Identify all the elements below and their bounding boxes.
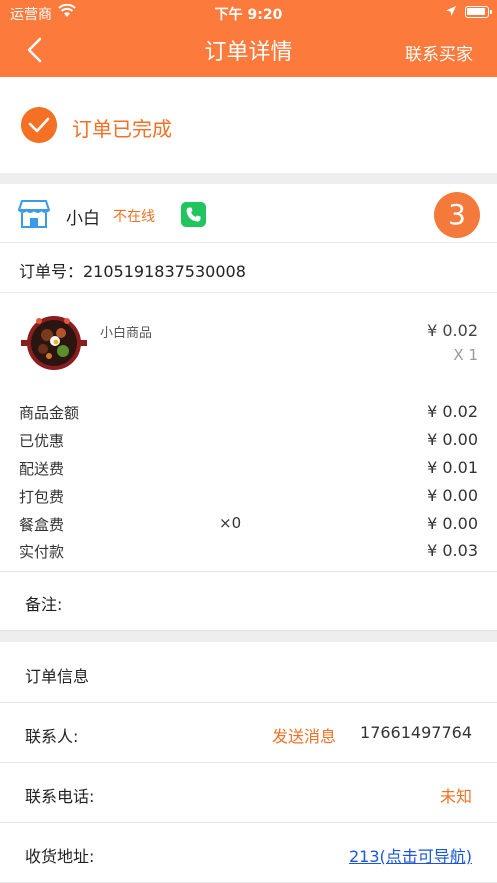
send-message-button[interactable]: 发送消息 xyxy=(272,723,336,747)
tel-value: 未知 xyxy=(439,787,472,806)
fee-row-packing: 打包费 ¥ 0.00 xyxy=(0,484,497,508)
fee-value: ¥ 0.00 xyxy=(427,430,478,449)
online-status: 不在线 xyxy=(113,209,155,225)
contact-label: 联系人: xyxy=(25,727,79,746)
nav-bar: 运营商 下午 9:20 订单详情 联系买家 xyxy=(0,0,497,77)
fee-value: ¥ 0.00 xyxy=(427,486,478,505)
fee-quantity: ×0 xyxy=(219,514,242,532)
fee-row-box: 餐盒费 ×0 ¥ 0.00 xyxy=(0,512,497,536)
order-status-text: 订单已完成 xyxy=(72,117,172,141)
fee-label: 打包费 xyxy=(19,488,65,506)
battery-icon xyxy=(465,6,492,18)
shop-name: 小白 xyxy=(66,209,100,229)
location-arrow-icon xyxy=(446,6,456,16)
fee-value: ¥ 0.02 xyxy=(427,402,478,421)
fee-label: 餐盒费 xyxy=(19,516,65,534)
fee-label: 已优惠 xyxy=(19,432,65,450)
order-number: 订单号：2105191837530008 xyxy=(19,262,246,281)
store-icon xyxy=(18,200,50,228)
address-row: 收货地址: 213(点击可导航) xyxy=(0,823,497,883)
fee-value: ¥ 0.01 xyxy=(427,458,478,477)
fee-row-delivery: 配送费 ¥ 0.01 xyxy=(0,456,497,480)
fee-row-discount: 已优惠 ¥ 0.00 xyxy=(0,428,497,452)
fee-value: ¥ 0.03 xyxy=(427,541,478,560)
goods-name: 小白商品 xyxy=(100,326,153,341)
goods-item[interactable]: 小白商品 ¥ 0.02 X 1 xyxy=(0,293,497,393)
section-title: 订单信息 xyxy=(25,667,90,686)
status-bar: 运营商 下午 9:20 xyxy=(0,0,497,24)
goods-price: ¥ 0.02 xyxy=(427,321,478,340)
contact-phone[interactable]: 17661497764 xyxy=(360,723,472,742)
contact-row: 联系人: 发送消息 17661497764 xyxy=(0,703,497,763)
fee-row-paid: 实付款 ¥ 0.03 xyxy=(0,539,497,563)
section-divider xyxy=(0,630,497,642)
tel-row: 联系电话: 未知 xyxy=(0,763,497,823)
address-label: 收货地址: xyxy=(25,847,95,866)
goods-quantity: X 1 xyxy=(453,346,478,364)
fee-label: 商品金额 xyxy=(19,404,80,422)
shop-row: 小白 不在线 xyxy=(0,184,497,243)
contact-buyer-button[interactable]: 联系买家 xyxy=(405,40,473,65)
remark-row: 备注: xyxy=(0,572,497,630)
clock: 下午 9:20 xyxy=(214,7,283,23)
fee-label: 配送费 xyxy=(19,460,65,478)
fee-label: 实付款 xyxy=(19,543,65,561)
check-circle-icon xyxy=(21,107,57,143)
fee-row-goods-amount: 商品金额 ¥ 0.02 xyxy=(0,400,497,424)
address-navigate-link[interactable]: 213(点击可导航) xyxy=(349,843,472,867)
goods-image xyxy=(21,316,87,370)
order-number-row: 订单号：2105191837530008 xyxy=(0,243,497,293)
notification-badge[interactable]: 3 xyxy=(434,192,480,238)
order-status-row: 订单已完成 xyxy=(0,77,497,173)
phone-icon[interactable] xyxy=(181,202,206,227)
tel-label: 联系电话: xyxy=(25,787,95,806)
fee-value: ¥ 0.00 xyxy=(427,514,478,533)
section-divider xyxy=(0,173,497,184)
remark-label: 备注: xyxy=(25,595,63,614)
order-info-header: 订单信息 xyxy=(0,643,497,703)
